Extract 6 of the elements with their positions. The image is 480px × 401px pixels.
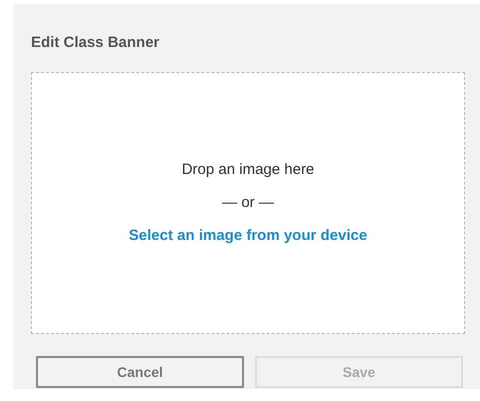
cancel-button[interactable]: Cancel bbox=[36, 356, 244, 388]
dialog-title: Edit Class Banner bbox=[31, 33, 160, 53]
separator-text: — or — bbox=[222, 193, 274, 213]
drop-zone[interactable]: Drop an image here — or — Select an image from your device bbox=[31, 72, 465, 334]
select-image-link[interactable]: Select an image from your device bbox=[128, 226, 368, 246]
drop-prompt: Drop an image here bbox=[182, 160, 314, 180]
